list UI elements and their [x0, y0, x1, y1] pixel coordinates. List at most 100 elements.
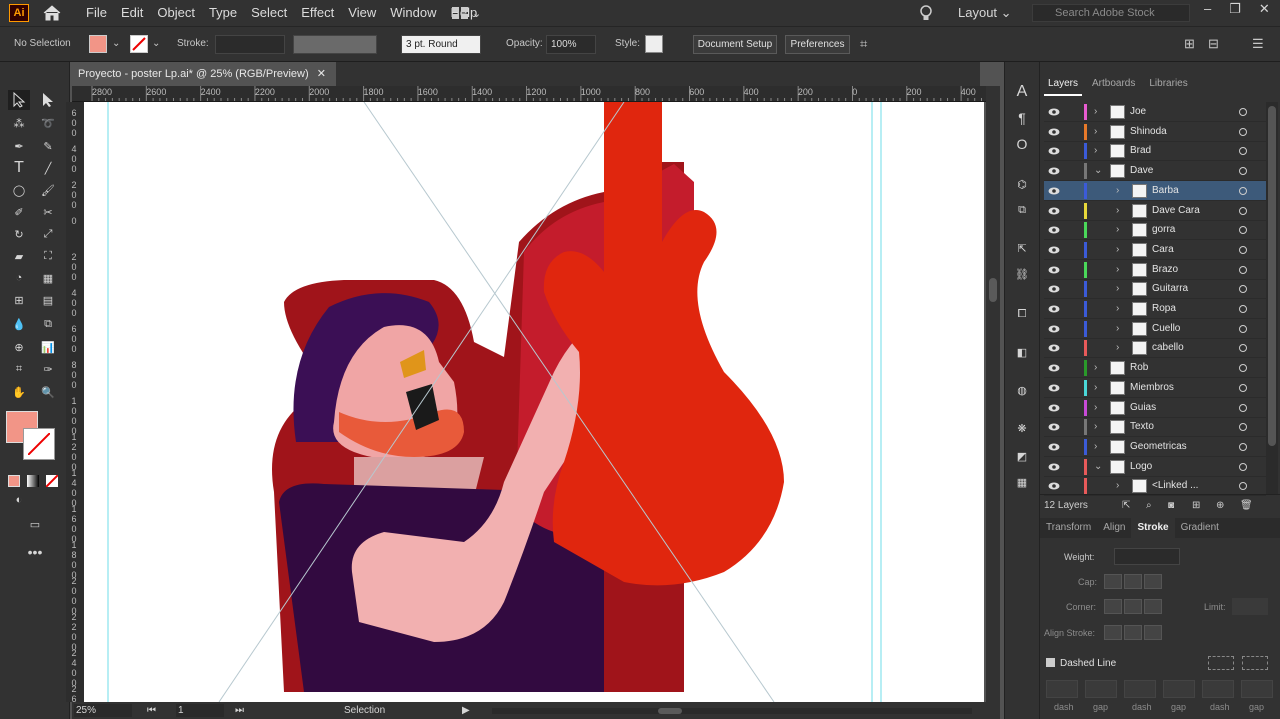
layer-row[interactable]: › Rob: [1044, 358, 1266, 379]
target-icon[interactable]: [1239, 324, 1247, 333]
stroke-weight-field[interactable]: [215, 35, 285, 54]
layer-row[interactable]: › Brad: [1044, 141, 1266, 162]
brush-definition[interactable]: 3 pt. Round: [401, 35, 481, 54]
chevron-right-icon[interactable]: ›: [1116, 283, 1119, 294]
variable-width-profile[interactable]: [293, 35, 377, 54]
mesh-tool-icon[interactable]: ⊞: [8, 290, 30, 310]
none-mode-icon[interactable]: [45, 474, 59, 488]
minimize-icon[interactable]: –: [1204, 0, 1211, 18]
gap-field[interactable]: [1085, 680, 1117, 698]
chevron-down-icon[interactable]: ⌄: [152, 27, 160, 61]
opacity-label[interactable]: Opacity:: [506, 27, 543, 61]
chevron-right-icon[interactable]: ›: [1094, 382, 1097, 393]
layer-row[interactable]: › Guias: [1044, 398, 1266, 418]
artboards-icon[interactable]: ⧠: [1011, 304, 1033, 324]
chevron-right-icon[interactable]: ›: [1094, 362, 1097, 373]
miter-join-button[interactable]: [1104, 599, 1122, 614]
layer-row[interactable]: ⌄ Logo: [1044, 457, 1266, 477]
chevron-right-icon[interactable]: ›: [1094, 106, 1097, 117]
swatches-icon[interactable]: ▦: [1011, 472, 1033, 492]
layer-row[interactable]: › Joe: [1044, 102, 1266, 122]
chevron-right-icon[interactable]: ›: [1116, 303, 1119, 314]
fill-swatch[interactable]: [89, 35, 107, 53]
panel-menu-icon[interactable]: ☰: [1252, 27, 1264, 61]
target-icon[interactable]: [1239, 285, 1247, 294]
layers-scroll-thumb[interactable]: [1268, 106, 1276, 446]
target-icon[interactable]: [1239, 403, 1247, 412]
target-icon[interactable]: [1239, 147, 1247, 156]
free-transform-icon[interactable]: ⛶: [37, 246, 59, 266]
layer-row[interactable]: › Shinoda: [1044, 122, 1266, 142]
eye-icon[interactable]: [1048, 264, 1060, 276]
more-tools-icon[interactable]: •••: [24, 542, 46, 562]
align-outside-button[interactable]: [1144, 625, 1162, 640]
butt-cap-button[interactable]: [1104, 574, 1122, 589]
tab-align[interactable]: Align: [1097, 518, 1131, 538]
tab-layers[interactable]: Layers: [1044, 72, 1083, 96]
hand-tool-icon[interactable]: ✋: [8, 382, 30, 402]
opentype-icon[interactable]: O: [1011, 134, 1033, 154]
stroke-label[interactable]: Stroke:: [177, 27, 209, 61]
paintbrush-icon[interactable]: 🖌: [37, 180, 59, 200]
shape-builder-icon[interactable]: ◔: [8, 268, 30, 288]
target-icon[interactable]: [1239, 462, 1247, 471]
weight-field[interactable]: [1114, 548, 1180, 565]
ellipse-tool-icon[interactable]: ◯: [8, 180, 30, 200]
eye-icon[interactable]: [1048, 461, 1060, 473]
rotate-tool-icon[interactable]: ↻: [8, 224, 30, 244]
chevron-right-icon[interactable]: ›: [1116, 264, 1119, 275]
align-icon[interactable]: ⊞: [1184, 27, 1195, 61]
shaper-tool-icon[interactable]: ✐: [8, 202, 30, 222]
paragraph-icon[interactable]: ¶: [1011, 108, 1033, 128]
workspace-switcher[interactable]: Layout ⌄: [958, 0, 1012, 26]
search-stock-input[interactable]: Search Adobe Stock: [1032, 4, 1190, 22]
first-artboard-icon[interactable]: ⏮: [147, 702, 156, 719]
menu-edit[interactable]: Edit: [114, 0, 150, 26]
layer-row[interactable]: ⌄ Dave: [1044, 161, 1266, 182]
glyphs-icon[interactable]: ⌬: [1011, 174, 1033, 194]
line-tool-icon[interactable]: ╱: [37, 158, 59, 178]
symbol-sprayer-icon[interactable]: ⊕: [8, 337, 30, 357]
character-icon[interactable]: A: [1011, 82, 1033, 102]
transform-icon[interactable]: ⌗: [860, 27, 867, 61]
eye-icon[interactable]: [1048, 402, 1060, 414]
layer-row[interactable]: › Texto: [1044, 417, 1266, 438]
scroll-thumb[interactable]: [989, 278, 997, 302]
selection-tool-icon[interactable]: [8, 90, 30, 110]
eye-icon[interactable]: [1048, 303, 1060, 315]
tab-artboards[interactable]: Artboards: [1088, 72, 1139, 96]
lasso-icon[interactable]: ➰: [37, 113, 59, 133]
eye-icon[interactable]: [1048, 323, 1060, 335]
export-icon[interactable]: ⇱: [1011, 238, 1033, 258]
target-icon[interactable]: [1239, 344, 1247, 353]
eye-icon[interactable]: [1048, 480, 1060, 492]
dash-field[interactable]: [1046, 680, 1078, 698]
layer-row[interactable]: › Ropa: [1044, 299, 1266, 319]
blend-tool-icon[interactable]: ⧉: [37, 314, 59, 334]
target-icon[interactable]: [1239, 364, 1247, 373]
chevron-right-icon[interactable]: ›: [1116, 224, 1119, 235]
chevron-right-icon[interactable]: ›: [1116, 205, 1119, 216]
layers-scrollbar[interactable]: [1266, 102, 1278, 494]
locate-object-icon[interactable]: ⌕: [1146, 495, 1152, 517]
gap-field[interactable]: [1163, 680, 1195, 698]
next-artboard-icon[interactable]: ⏭: [235, 702, 244, 719]
chevron-right-icon[interactable]: ›: [1116, 480, 1119, 491]
target-icon[interactable]: [1239, 127, 1247, 136]
chevron-right-icon[interactable]: ›: [1094, 402, 1097, 413]
vertical-scrollbar[interactable]: [986, 86, 1000, 702]
dash-field[interactable]: [1124, 680, 1156, 698]
appearance-icon[interactable]: ❋: [1011, 418, 1033, 438]
horizontal-scrollbar[interactable]: [492, 708, 972, 714]
type-tool-icon[interactable]: T: [8, 158, 30, 178]
gradient-mode-icon[interactable]: [27, 475, 39, 487]
delete-layer-icon[interactable]: 🗑: [1240, 495, 1253, 517]
layer-row[interactable]: › cabello: [1044, 338, 1266, 359]
preferences-button[interactable]: Preferences: [785, 35, 850, 54]
arrange-documents-button[interactable]: ⌄: [452, 4, 486, 22]
stroke-swatch[interactable]: [130, 35, 148, 53]
stroke-color-box[interactable]: [24, 429, 54, 459]
round-join-button[interactable]: [1124, 599, 1142, 614]
direct-selection-tool-icon[interactable]: [37, 90, 59, 110]
eye-icon[interactable]: [1048, 106, 1060, 118]
